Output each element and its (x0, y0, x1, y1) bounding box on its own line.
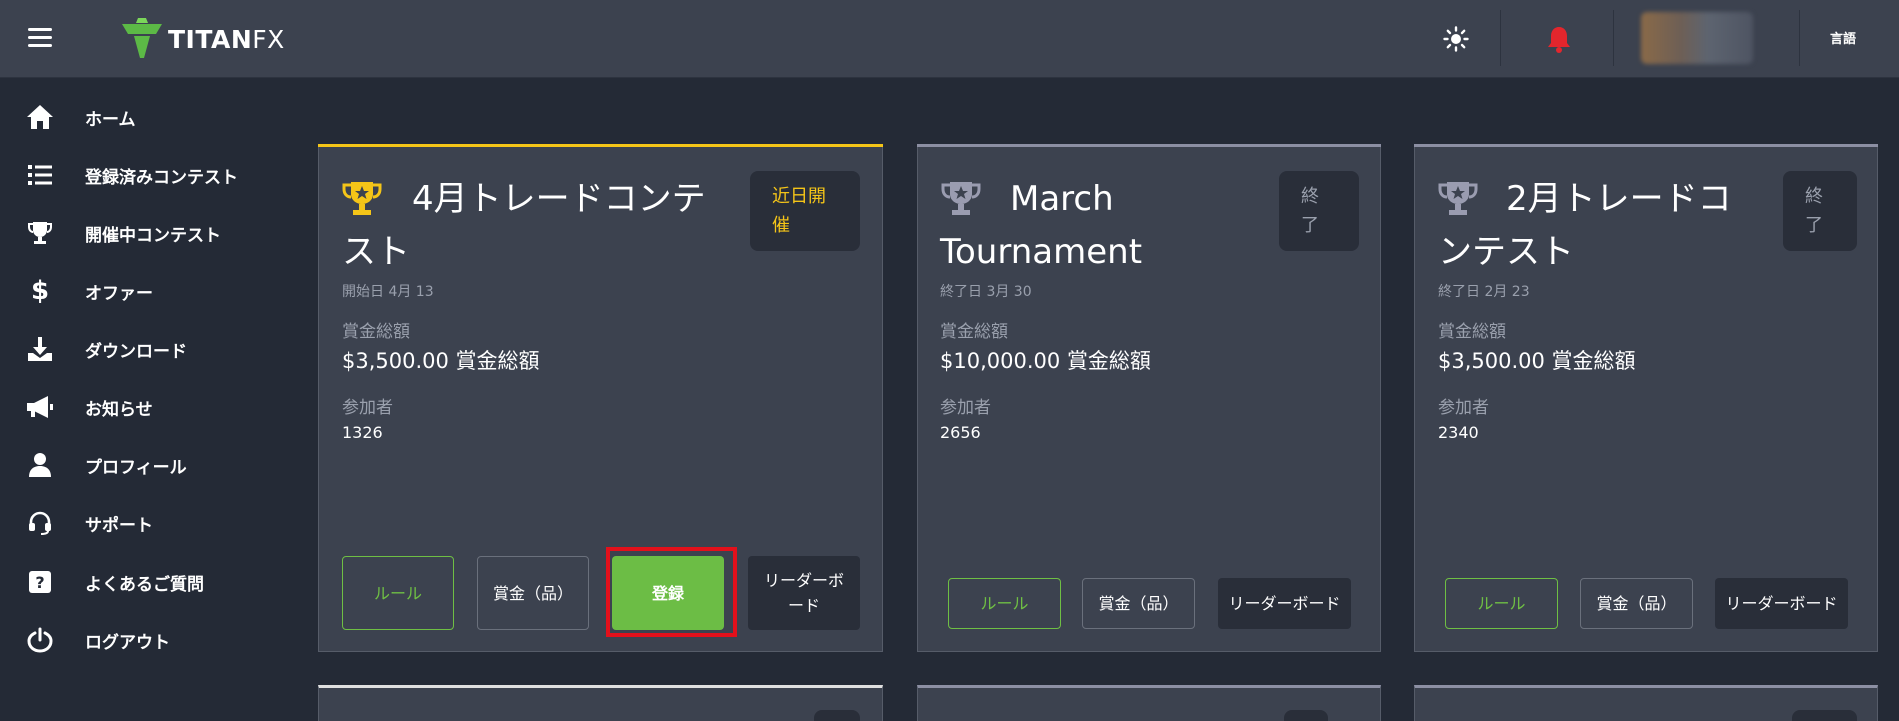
status-badge (1792, 710, 1857, 721)
home-icon (26, 103, 54, 131)
sidebar-item-faq[interactable]: ? よくあるご質問 (26, 562, 266, 602)
headset-icon (26, 509, 54, 537)
participants-label: 参加者 (342, 398, 393, 418)
prize-amount: $3,500.00 賞金総額 (1438, 349, 1636, 373)
contest-title: 2月トレードコ ンテスト (1438, 179, 1732, 272)
prize-amount: $3,500.00 賞金総額 (342, 349, 540, 373)
rules-button[interactable]: ルール (342, 556, 454, 630)
header-divider (1500, 10, 1501, 66)
header-divider (1613, 10, 1614, 66)
sidebar-item-active-contests[interactable]: 開催中コンテスト (26, 213, 266, 253)
question-icon: ? (26, 568, 54, 596)
avatar[interactable] (1641, 12, 1753, 64)
sidebar-item-label: 登録済みコンテスト (85, 167, 238, 188)
sidebar-item-label: プロフィール (85, 457, 187, 478)
leaderboard-button[interactable]: リーダーボード (748, 556, 860, 630)
header-divider (1799, 10, 1800, 66)
contest-card-partial (318, 685, 883, 721)
contest-date: 終了日 3月 30 (940, 284, 1032, 300)
status-badge: 終了 (1783, 171, 1857, 251)
prizes-button[interactable]: 賞金（品） (1580, 578, 1693, 629)
top-header: TITANFX 言語 (0, 0, 1899, 78)
logo-mark-icon (122, 18, 162, 58)
contest-title: March Tournament (940, 179, 1143, 272)
sun-icon[interactable] (1437, 20, 1475, 58)
card-accent-bar (917, 144, 1381, 147)
participants-label: 参加者 (940, 398, 991, 418)
sidebar-item-label: オファー (85, 283, 153, 304)
contest-card-february: 2月トレードコ ンテスト 終了 終了日 2月 23 賞金総額 $3,500.00… (1414, 144, 1878, 652)
user-icon (26, 451, 54, 479)
participants-count: 2340 (1438, 423, 1479, 442)
titan-fx-logo[interactable]: TITANFX (120, 18, 285, 60)
sidebar-item-registered-contests[interactable]: 登録済みコンテスト (26, 155, 266, 195)
contest-date: 終了日 2月 23 (1438, 284, 1530, 300)
sidebar-item-label: お知らせ (85, 399, 153, 420)
sidebar-item-label: ログアウト (85, 632, 170, 653)
sidebar-item-news[interactable]: お知らせ (26, 387, 266, 427)
sidebar-item-support[interactable]: サポート (26, 503, 266, 543)
sidebar-item-download[interactable]: ダウンロード (26, 329, 266, 369)
trophy-icon (26, 219, 54, 247)
list-icon (26, 161, 54, 189)
prize-amount: $10,000.00 賞金総額 (940, 349, 1151, 373)
status-badge: 終了 (1279, 171, 1359, 251)
contest-card-partial (917, 685, 1381, 721)
contest-title: 4月トレードコンテ スト (342, 179, 706, 272)
svg-text:?: ? (35, 573, 44, 592)
sidebar-item-label: 開催中コンテスト (85, 225, 221, 246)
logo-text: TITANFX (168, 24, 285, 54)
sidebar-item-label: よくあるご質問 (85, 574, 204, 595)
sidebar-item-label: ホーム (85, 109, 136, 130)
participants-count: 2656 (940, 423, 981, 442)
download-icon (26, 335, 54, 363)
status-badge (1284, 710, 1328, 721)
sidebar-item-label: サポート (85, 515, 153, 536)
contest-card-april: 4月トレードコンテ スト 近日開催 開始日 4月 13 賞金総額 $3,500.… (318, 144, 883, 652)
rules-button[interactable]: ルール (1445, 578, 1558, 629)
register-button[interactable]: 登録 (612, 556, 724, 630)
contest-card-march: March Tournament 終了 終了日 3月 30 賞金総額 $10,0… (917, 144, 1381, 652)
contest-card-partial (1414, 685, 1878, 721)
power-icon (26, 626, 54, 654)
sidebar-item-offers[interactable]: $ オファー (26, 271, 266, 311)
card-accent-bar (318, 144, 883, 147)
language-selector[interactable]: 言語 (1830, 28, 1856, 47)
card-accent-bar (1414, 144, 1878, 147)
prize-label: 賞金総額 (940, 322, 1008, 342)
prizes-button[interactable]: 賞金（品） (1082, 578, 1195, 629)
leaderboard-button[interactable]: リーダーボード (1715, 578, 1848, 629)
prize-label: 賞金総額 (342, 322, 410, 342)
megaphone-icon (26, 393, 54, 421)
sidebar-item-profile[interactable]: プロフィール (26, 445, 266, 485)
dollar-icon: $ (30, 276, 50, 306)
participants-count: 1326 (342, 423, 383, 442)
participants-label: 参加者 (1438, 398, 1489, 418)
bell-icon[interactable] (1540, 20, 1578, 58)
hamburger-menu-icon[interactable] (28, 28, 52, 48)
status-badge: 近日開催 (750, 171, 860, 251)
status-badge (814, 710, 860, 721)
sidebar-item-logout[interactable]: ログアウト (26, 620, 266, 660)
sidebar-item-home[interactable]: ホーム (26, 97, 266, 137)
rules-button[interactable]: ルール (948, 578, 1061, 629)
prize-label: 賞金総額 (1438, 322, 1506, 342)
sidebar-item-label: ダウンロード (85, 341, 187, 362)
contest-date: 開始日 4月 13 (342, 284, 434, 300)
prizes-button[interactable]: 賞金（品） (477, 556, 589, 630)
leaderboard-button[interactable]: リーダーボード (1218, 578, 1351, 629)
sidebar: ホーム 登録済みコンテスト 開催中コンテスト $ オファー ダウンロード お知ら… (0, 78, 290, 721)
